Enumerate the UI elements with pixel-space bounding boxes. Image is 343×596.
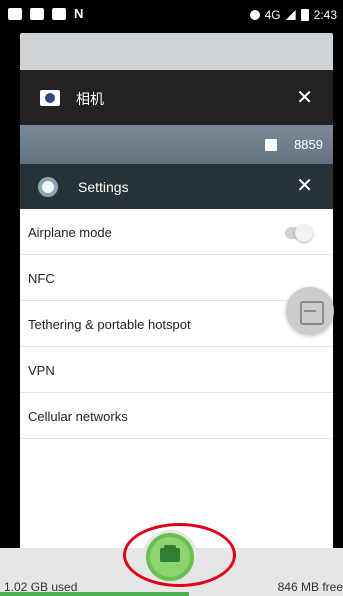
recent-app-card-back[interactable]	[20, 33, 333, 73]
setting-airplane-mode[interactable]: Airplane mode	[20, 209, 333, 255]
setting-vpn[interactable]: VPN	[20, 347, 333, 393]
status-bar: N 4G 2:43	[0, 0, 343, 32]
document-icon	[265, 139, 277, 151]
setting-label: NFC	[28, 271, 55, 286]
settings-card-header: Settings ✕	[20, 164, 333, 209]
close-camera-card-icon[interactable]: ✕	[296, 88, 313, 108]
close-settings-card-icon[interactable]: ✕	[296, 176, 313, 196]
preview-number: 8859	[294, 137, 323, 152]
system-icons: 4G 2:43	[249, 8, 337, 22]
setting-nfc[interactable]: NFC	[20, 255, 333, 301]
setting-label: VPN	[28, 363, 55, 378]
setting-label: Tethering & portable hotspot	[28, 317, 191, 332]
setting-label: Airplane mode	[28, 225, 112, 240]
image-icon	[30, 8, 44, 20]
gear-icon	[38, 177, 58, 197]
battery-icon	[300, 9, 309, 21]
memory-free-text: 846 MB free	[277, 580, 343, 594]
settings-card-title: Settings	[78, 179, 129, 195]
setting-label: Cellular networks	[28, 409, 128, 424]
message-icon	[8, 8, 22, 20]
setting-cellular-networks[interactable]: Cellular networks	[20, 393, 333, 439]
camera-icon	[40, 90, 60, 106]
camera-card[interactable]: 相机 ✕	[20, 70, 333, 125]
download-icon	[52, 8, 66, 20]
settings-card[interactable]: Settings ✕ Airplane mode NFC Tethering &…	[20, 164, 333, 554]
alarm-icon	[249, 10, 260, 20]
signal-icon	[285, 10, 296, 20]
floating-screenshot-button[interactable]	[286, 287, 334, 335]
camera-card-preview[interactable]: 8859	[20, 125, 333, 165]
n-icon: N	[74, 6, 84, 21]
notification-icons: N	[8, 6, 84, 21]
camera-card-title: 相机	[76, 91, 104, 107]
clock: 2:43	[313, 8, 337, 22]
airplane-mode-toggle[interactable]	[285, 224, 313, 242]
network-type: 4G	[264, 8, 281, 22]
memory-progress-fill	[0, 592, 189, 596]
highlight-ring	[123, 523, 236, 587]
